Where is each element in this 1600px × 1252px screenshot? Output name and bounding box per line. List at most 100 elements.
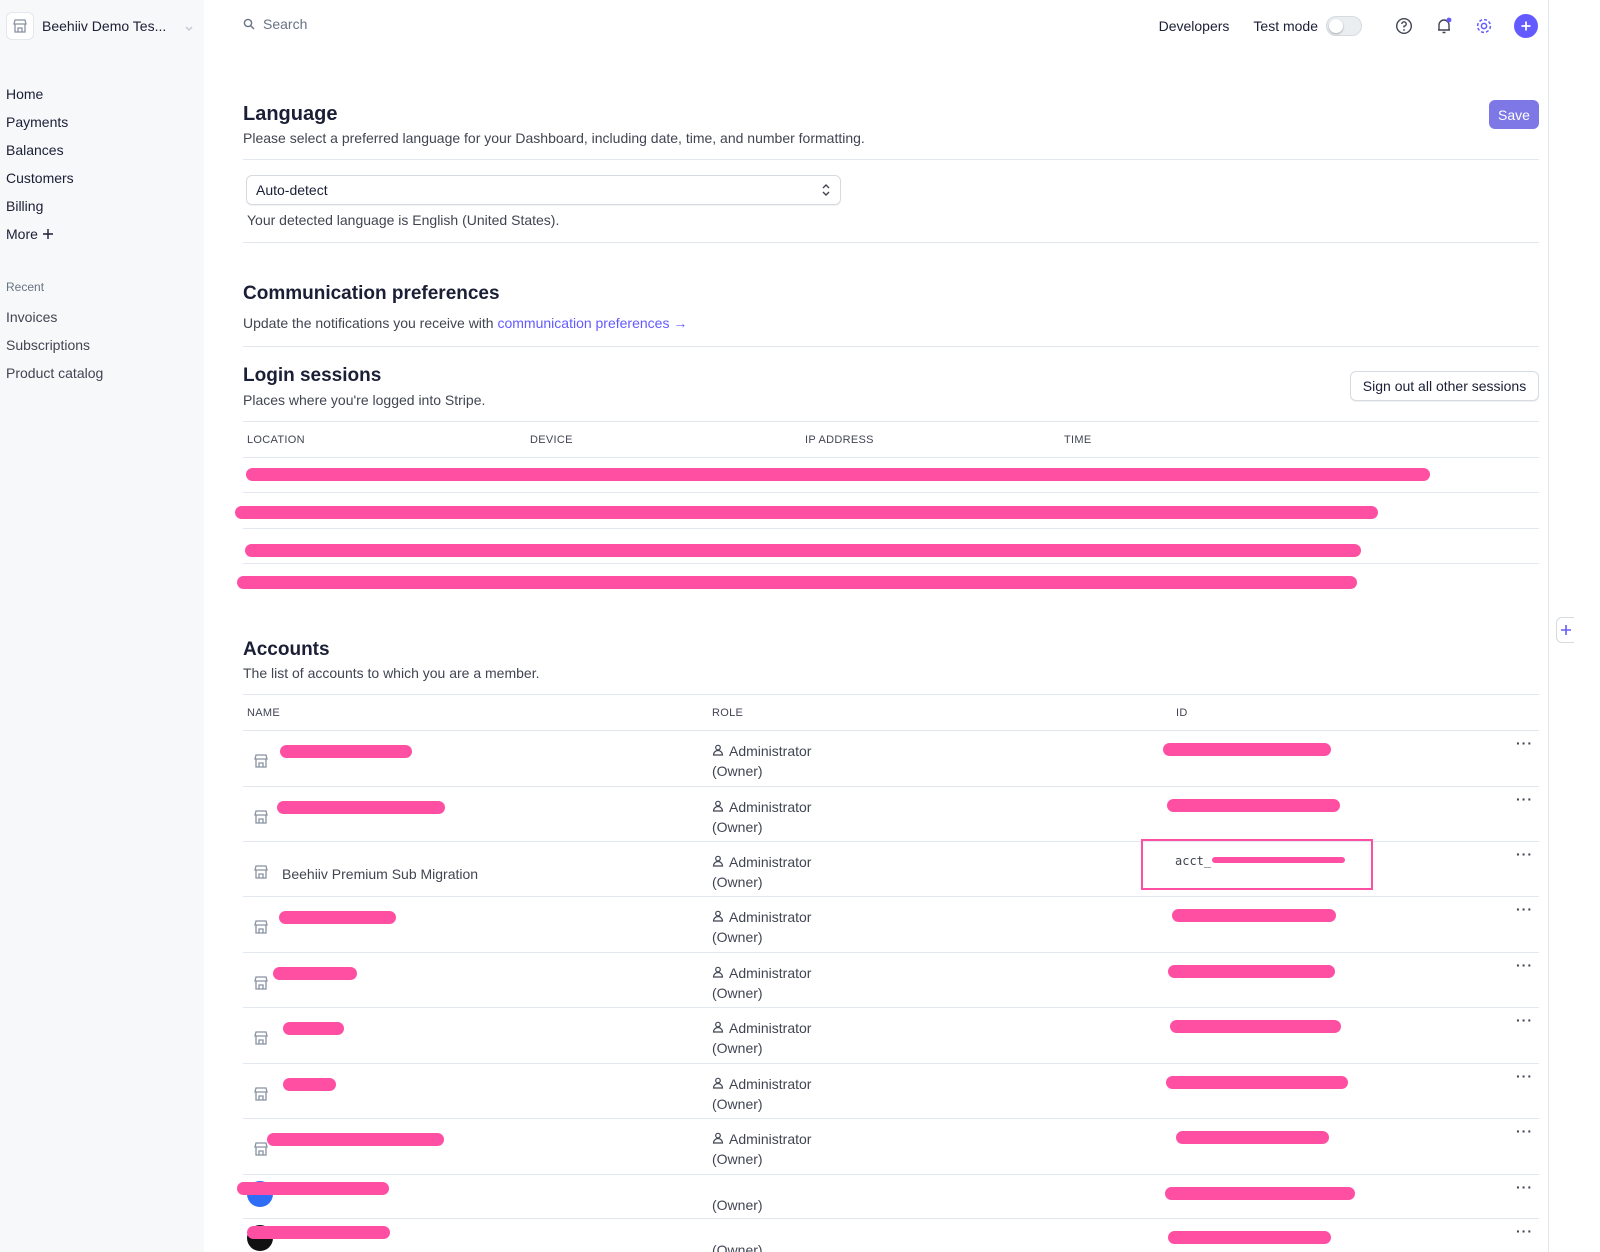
redaction-mark xyxy=(1167,799,1340,812)
developers-link[interactable]: Developers xyxy=(1159,18,1230,34)
gear-icon[interactable] xyxy=(1472,14,1496,38)
redaction-mark xyxy=(1165,1187,1355,1200)
language-description: Please select a preferred language for y… xyxy=(243,130,865,146)
user-icon xyxy=(712,1018,724,1038)
nav-label: Subscriptions xyxy=(6,337,91,353)
account-switcher[interactable]: Beehiiv Demo Tes... xyxy=(6,12,166,40)
nav-item-more[interactable]: More xyxy=(6,220,74,248)
recent-item-subscriptions[interactable]: Subscriptions xyxy=(6,331,103,359)
nav-label: Invoices xyxy=(6,309,58,325)
role-admin: Administrator xyxy=(712,1129,811,1149)
divider xyxy=(243,421,1539,422)
divider xyxy=(243,159,1539,160)
more-actions-icon[interactable]: ··· xyxy=(1516,1179,1533,1195)
highlight-annotation xyxy=(1141,839,1373,890)
role-label: Administrator xyxy=(729,1076,812,1092)
bell-icon[interactable] xyxy=(1432,14,1456,38)
detected-language: Your detected language is English (Unite… xyxy=(247,212,560,228)
role-owner: (Owner) xyxy=(712,929,763,945)
column-header-device: DEVICE xyxy=(530,434,573,446)
account-role: Administrator (Owner) xyxy=(712,1074,811,1114)
store-icon xyxy=(6,12,34,40)
divider xyxy=(243,896,1539,897)
redaction-mark xyxy=(237,1182,389,1195)
more-actions-icon[interactable]: ··· xyxy=(1516,901,1533,917)
nav-item-customers[interactable]: Customers xyxy=(6,164,74,192)
nav-item-home[interactable]: Home xyxy=(6,80,74,108)
help-icon[interactable] xyxy=(1392,14,1416,38)
role-admin: Administrator xyxy=(712,907,811,927)
divider xyxy=(243,1118,1539,1119)
nav-item-billing[interactable]: Billing xyxy=(6,192,74,220)
account-name: Beehiiv Demo Tes... xyxy=(42,18,167,34)
store-icon xyxy=(253,1086,269,1102)
plus-icon xyxy=(1560,625,1571,635)
redaction-mark xyxy=(283,1022,344,1035)
redaction-mark xyxy=(1170,1020,1341,1033)
redaction-mark xyxy=(245,544,1361,557)
communication-text: Update the notifications you receive wit… xyxy=(243,315,687,331)
divider xyxy=(243,1063,1539,1064)
more-actions-icon[interactable]: ··· xyxy=(1516,735,1533,751)
user-icon xyxy=(712,852,724,872)
more-actions-icon[interactable]: ··· xyxy=(1516,1123,1533,1139)
redaction-mark xyxy=(235,506,1378,519)
more-actions-icon[interactable]: ··· xyxy=(1516,1223,1533,1239)
divider xyxy=(243,1007,1539,1008)
account-name[interactable]: Beehiiv Premium Sub Migration xyxy=(282,866,478,882)
role-owner: (Owner) xyxy=(712,1197,763,1213)
redaction-mark xyxy=(273,967,357,980)
role-label: Administrator xyxy=(729,1131,812,1147)
more-actions-icon[interactable]: ··· xyxy=(1516,1068,1533,1084)
redaction-mark xyxy=(277,801,445,814)
nav-item-payments[interactable]: Payments xyxy=(6,108,74,136)
nav-item-balances[interactable]: Balances xyxy=(6,136,74,164)
store-icon xyxy=(253,1030,269,1046)
more-actions-icon[interactable]: ··· xyxy=(1516,957,1533,973)
nav-label: Balances xyxy=(6,142,64,158)
test-mode-label: Test mode xyxy=(1253,18,1318,34)
search-bar[interactable]: Search xyxy=(243,16,307,32)
divider xyxy=(243,492,1539,493)
account-role: (Owner) xyxy=(712,1230,763,1252)
search-icon xyxy=(243,18,255,30)
role-admin: Administrator xyxy=(712,797,811,817)
language-select[interactable]: Auto-detect xyxy=(246,175,841,205)
nav-label: More xyxy=(6,226,38,242)
more-actions-icon[interactable]: ··· xyxy=(1516,1012,1533,1028)
communication-title: Communication preferences xyxy=(243,283,500,304)
chevron-down-icon[interactable] xyxy=(184,20,194,38)
role-owner: (Owner) xyxy=(712,1151,763,1167)
store-icon xyxy=(253,753,269,769)
redaction-mark xyxy=(280,745,412,758)
column-header-role: ROLE xyxy=(712,707,744,719)
sign-out-all-button[interactable]: Sign out all other sessions xyxy=(1350,371,1539,401)
account-role: Administrator (Owner) xyxy=(712,797,811,837)
divider xyxy=(243,457,1539,458)
role-owner: (Owner) xyxy=(712,874,763,890)
create-button[interactable] xyxy=(1514,14,1538,38)
more-actions-icon[interactable]: ··· xyxy=(1516,846,1533,862)
user-icon xyxy=(712,963,724,983)
role-owner: (Owner) xyxy=(712,1242,763,1252)
user-icon xyxy=(712,1074,724,1094)
account-role: (Owner) xyxy=(712,1185,763,1215)
role-label: Administrator xyxy=(729,909,812,925)
recent-heading: Recent xyxy=(6,280,45,294)
recent-item-product-catalog[interactable]: Product catalog xyxy=(6,359,103,387)
test-mode-toggle[interactable] xyxy=(1326,16,1362,36)
save-button[interactable]: Save xyxy=(1489,100,1539,129)
store-icon xyxy=(253,975,269,991)
communication-preferences-link[interactable]: communication preferences → xyxy=(497,315,687,331)
recent-item-invoices[interactable]: Invoices xyxy=(6,303,103,331)
side-panel-toggle[interactable] xyxy=(1556,617,1574,643)
account-role: Administrator (Owner) xyxy=(712,852,811,892)
redaction-mark xyxy=(1168,1231,1331,1244)
topbar-actions: Developers Test mode xyxy=(1159,12,1538,40)
role-label: Administrator xyxy=(729,799,812,815)
more-actions-icon[interactable]: ··· xyxy=(1516,791,1533,807)
role-owner: (Owner) xyxy=(712,819,763,835)
divider xyxy=(243,563,1539,564)
role-admin: Administrator xyxy=(712,963,811,983)
search-input[interactable]: Search xyxy=(263,16,307,32)
